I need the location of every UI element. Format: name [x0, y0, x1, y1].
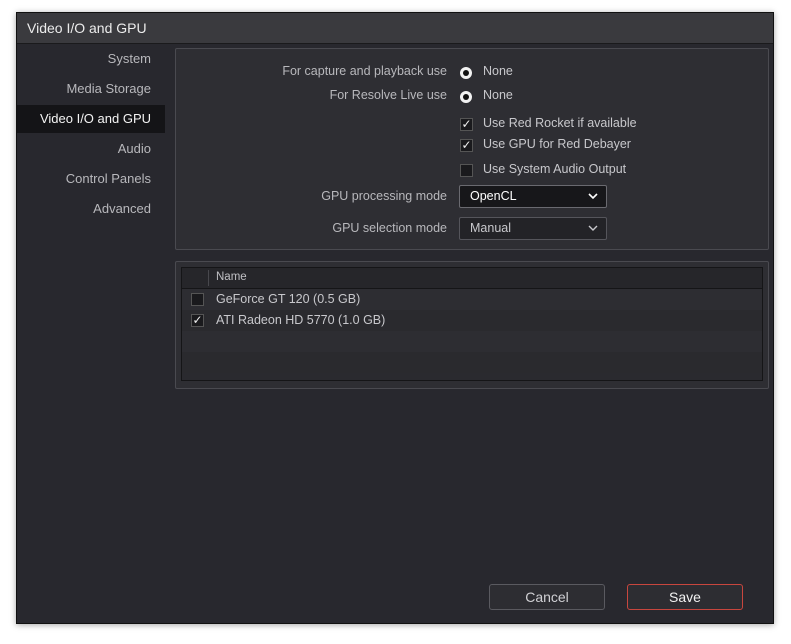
name-column-header[interactable]: Name: [216, 271, 247, 283]
sidebar-item-audio[interactable]: Audio: [17, 135, 165, 163]
gpu-name: GeForce GT 120 (0.5 GB): [216, 292, 361, 306]
table-row[interactable]: GeForce GT 120 (0.5 GB): [182, 289, 762, 310]
title-bar: Video I/O and GPU: [17, 13, 773, 44]
sidebar-item-system[interactable]: System: [17, 45, 165, 73]
preferences-window: Video I/O and GPU System Media Storage V…: [16, 12, 774, 624]
cancel-button[interactable]: Cancel: [489, 584, 605, 610]
sidebar-item-media-storage[interactable]: Media Storage: [17, 75, 165, 103]
window-title: Video I/O and GPU: [27, 20, 147, 36]
chevron-down-icon: [588, 218, 598, 247]
capture-playback-value: None: [483, 64, 513, 78]
gpu-checkbox[interactable]: ✓: [191, 314, 204, 327]
table-header: Name: [182, 268, 762, 289]
save-button[interactable]: Save: [627, 584, 743, 610]
gpu-list-panel: Name GeForce GT 120 (0.5 GB) ✓ ATI Radeo…: [175, 261, 769, 389]
capture-playback-label: For capture and playback use: [282, 64, 447, 78]
sidebar-item-control-panels[interactable]: Control Panels: [17, 165, 165, 193]
red-rocket-label: Use Red Rocket if available: [483, 116, 637, 130]
settings-panel: For capture and playback use None For Re…: [175, 48, 769, 250]
table-row[interactable]: ✓ ATI Radeon HD 5770 (1.0 GB): [182, 310, 762, 331]
chevron-down-icon: [588, 186, 598, 215]
resolve-live-radio[interactable]: [460, 91, 472, 103]
gpu-processing-mode-label: GPU processing mode: [321, 189, 447, 203]
sidebar-item-advanced[interactable]: Advanced: [17, 195, 165, 223]
resolve-live-value: None: [483, 88, 513, 102]
red-debayer-label: Use GPU for Red Debayer: [483, 137, 631, 151]
resolve-live-label: For Resolve Live use: [329, 88, 447, 102]
red-debayer-checkbox[interactable]: ✓: [460, 139, 473, 152]
column-divider: [208, 270, 209, 286]
gpu-selection-mode-value: Manual: [470, 221, 511, 235]
gpu-table: Name GeForce GT 120 (0.5 GB) ✓ ATI Radeo…: [181, 267, 763, 381]
gpu-name: ATI Radeon HD 5770 (1.0 GB): [216, 313, 386, 327]
table-row-empty: [182, 352, 762, 373]
capture-playback-radio[interactable]: [460, 67, 472, 79]
gpu-selection-mode-label: GPU selection mode: [332, 221, 447, 235]
sidebar-item-video-io-gpu[interactable]: Video I/O and GPU: [17, 105, 165, 133]
system-audio-checkbox[interactable]: [460, 164, 473, 177]
gpu-selection-mode-select[interactable]: Manual: [459, 217, 607, 240]
red-rocket-checkbox[interactable]: ✓: [460, 118, 473, 131]
gpu-processing-mode-value: OpenCL: [470, 189, 517, 203]
table-row-empty: [182, 331, 762, 352]
system-audio-label: Use System Audio Output: [483, 162, 627, 176]
gpu-checkbox[interactable]: [191, 293, 204, 306]
gpu-processing-mode-select[interactable]: OpenCL: [459, 185, 607, 208]
